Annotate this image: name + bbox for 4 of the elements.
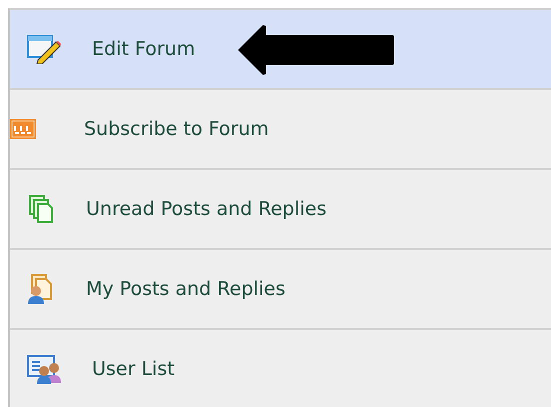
user-list-icon	[26, 354, 62, 384]
documents-icon	[26, 194, 56, 224]
window-pencil-icon	[26, 34, 62, 64]
rss-icon	[10, 119, 36, 139]
